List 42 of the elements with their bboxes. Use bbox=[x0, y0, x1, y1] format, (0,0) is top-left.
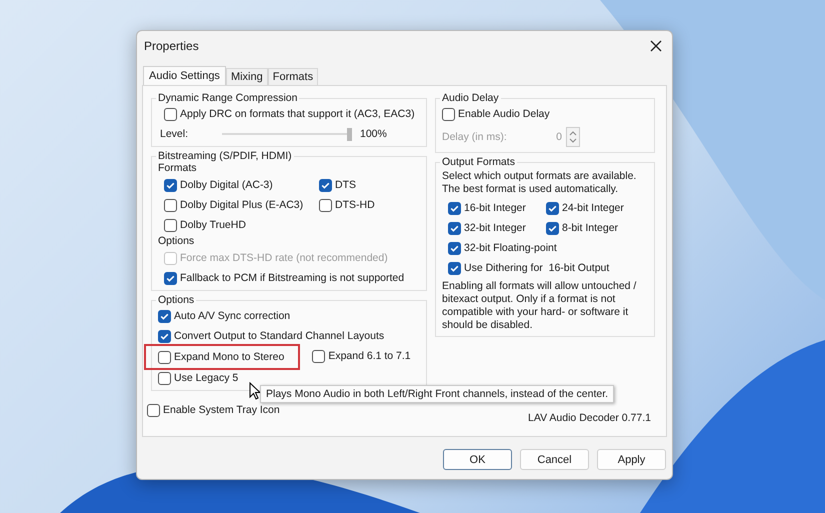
checkbox-label: Dolby Digital Plus (E-AC3) bbox=[180, 199, 304, 211]
checkbox-label: Use Legacy 5 bbox=[174, 372, 238, 384]
checkbox-label: 24-bit Integer bbox=[562, 202, 624, 214]
checkbox-label: Fallback to PCM if Bitstreaming is not supported bbox=[180, 272, 404, 284]
group-title: Dynamic Range Compression bbox=[157, 92, 298, 104]
checkbox-label: Enable System Tray Icon bbox=[163, 404, 280, 416]
tab[interactable]: Formats bbox=[268, 68, 318, 85]
tab[interactable]: Audio Settings bbox=[143, 66, 226, 85]
dialog-button[interactable]: OK bbox=[443, 449, 512, 470]
checkbox-label: Convert Output to Standard Channel Layouts bbox=[174, 330, 384, 342]
note-text: Enabling all formats will allow untouched / bitexact output. Only if a format is not compatible with your hard- or software it should be disabled. bbox=[442, 280, 638, 332]
section-label: Formats bbox=[158, 162, 198, 175]
checkbox-label: 32-bit Integer bbox=[464, 222, 526, 234]
description-text: Select which output formats are available. The best format is used automatically. bbox=[442, 170, 638, 196]
checkbox-label: Force max DTS-HD rate (not recommended) bbox=[180, 252, 388, 264]
section-label: Options bbox=[158, 235, 196, 248]
tab[interactable]: Mixing bbox=[226, 68, 268, 85]
group-title: Bitstreaming (S/PDIF, HDMI) bbox=[157, 150, 293, 162]
checkbox-label: Expand Mono to Stereo bbox=[174, 351, 284, 363]
delay-label: Delay (in ms): bbox=[442, 131, 508, 143]
tooltip: Plays Mono Audio in both Left/Right Front channels, instead of the center. bbox=[260, 385, 614, 403]
checkbox-label: Enable Audio Delay bbox=[458, 108, 550, 120]
checkbox-label: Auto A/V Sync correction bbox=[174, 310, 290, 322]
dialog-button[interactable]: Cancel bbox=[520, 449, 589, 470]
group-title: Options bbox=[157, 294, 196, 306]
dialog-button[interactable]: Apply bbox=[597, 449, 666, 470]
version-text: LAV Audio Decoder 0.77.1 bbox=[527, 412, 652, 424]
group-title: Output Formats bbox=[441, 156, 516, 168]
checkbox-label: 16-bit Integer bbox=[464, 202, 526, 214]
checkbox-label: 32-bit Floating-point bbox=[464, 242, 557, 254]
checkbox-label: 8-bit Integer bbox=[562, 222, 618, 234]
checkbox-label: DTS bbox=[335, 179, 356, 191]
checkbox-label: DTS-HD bbox=[335, 199, 375, 211]
level-reading: 100% bbox=[360, 128, 387, 140]
window-title: Properties bbox=[144, 39, 199, 53]
level-label: Level: bbox=[159, 128, 190, 140]
group-title: Audio Delay bbox=[441, 92, 500, 104]
checkbox-label: Apply DRC on formats that support it (AC3, EAC3) bbox=[180, 108, 415, 120]
checkbox-label: Use Dithering for 16-bit Output bbox=[464, 262, 610, 274]
checkbox-label: Expand 6.1 to 7.1 bbox=[328, 350, 411, 362]
checkbox-label: Dolby TrueHD bbox=[180, 219, 246, 231]
checkbox-label: Dolby Digital (AC-3) bbox=[180, 179, 273, 191]
